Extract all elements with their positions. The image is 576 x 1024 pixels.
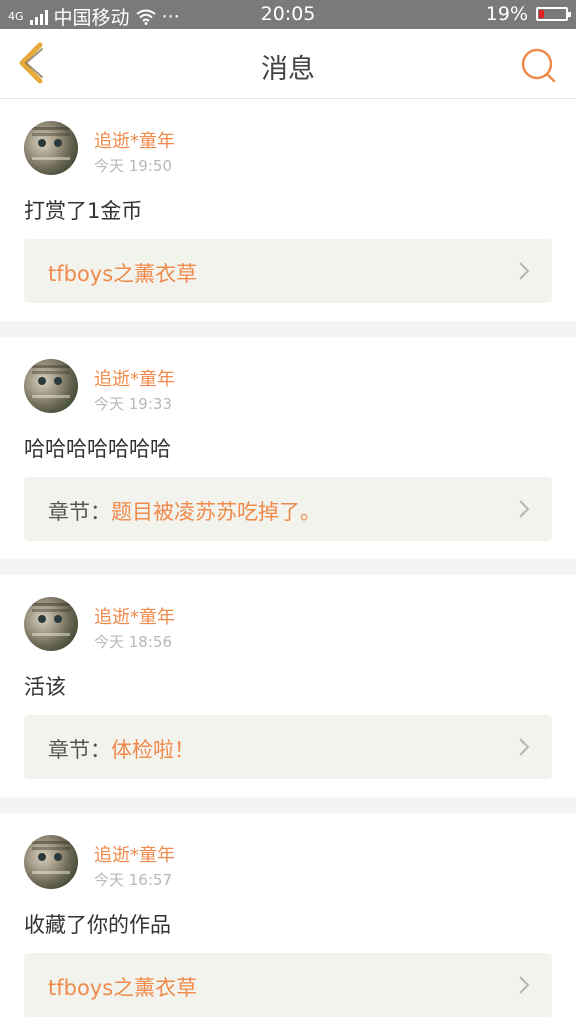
battery-fill bbox=[539, 10, 544, 18]
message-card[interactable]: 追逝*童年 今天 18:56 活该 章节：体检啦！ bbox=[0, 575, 576, 797]
message-time: 今天 19:50 bbox=[94, 157, 172, 175]
reference-link[interactable]: 章节：体检啦！ bbox=[24, 715, 552, 779]
status-bar: 4G 中国移动 ··· 20:05 19% bbox=[0, 0, 576, 29]
message-card[interactable]: 追逝*童年 今天 19:33 哈哈哈哈哈哈哈 章节：题目被凌苏苏吃掉了。 bbox=[0, 337, 576, 559]
message-content: 打赏了1金币 bbox=[24, 199, 143, 223]
sender-name[interactable]: 追逝*童年 bbox=[94, 127, 175, 153]
message-time: 今天 19:33 bbox=[94, 395, 172, 413]
reference-text: tfboys之薰衣草 bbox=[48, 972, 197, 1002]
message-content: 活该 bbox=[24, 675, 66, 699]
sender-name[interactable]: 追逝*童年 bbox=[94, 603, 175, 629]
reference-title: 题目被凌苏苏吃掉了。 bbox=[111, 500, 321, 524]
avatar[interactable] bbox=[24, 597, 78, 651]
reference-link[interactable]: tfboys之薰衣草 bbox=[24, 953, 552, 1017]
reference-prefix: 章节： bbox=[48, 500, 111, 524]
reference-text: 章节：体检啦！ bbox=[48, 734, 195, 764]
sender-name[interactable]: 追逝*童年 bbox=[94, 841, 175, 867]
sender-name[interactable]: 追逝*童年 bbox=[94, 365, 175, 391]
status-right: 19% bbox=[485, 3, 571, 25]
message-time: 今天 16:57 bbox=[94, 871, 172, 889]
message-time: 今天 18:56 bbox=[94, 633, 172, 651]
reference-title: tfboys之薰衣草 bbox=[48, 976, 198, 1000]
reference-link[interactable]: tfboys之薰衣草 bbox=[24, 239, 552, 303]
reference-title: 体检啦！ bbox=[111, 738, 195, 762]
chevron-right-icon bbox=[519, 738, 530, 756]
message-card[interactable]: 追逝*童年 今天 19:50 打赏了1金币 tfboys之薰衣草 bbox=[0, 99, 576, 321]
chevron-right-icon bbox=[519, 262, 530, 280]
message-content: 哈哈哈哈哈哈哈 bbox=[24, 437, 171, 461]
avatar[interactable] bbox=[24, 359, 78, 413]
avatar[interactable] bbox=[24, 835, 78, 889]
reference-link[interactable]: 章节：题目被凌苏苏吃掉了。 bbox=[24, 477, 552, 541]
chevron-right-icon bbox=[519, 500, 530, 518]
avatar[interactable] bbox=[24, 121, 78, 175]
reference-title: tfboys之薰衣草 bbox=[48, 262, 198, 286]
message-card[interactable]: 追逝*童年 今天 16:57 收藏了你的作品 tfboys之薰衣草 bbox=[0, 813, 576, 1024]
search-icon[interactable] bbox=[518, 45, 558, 85]
nav-header: 消息 bbox=[0, 29, 576, 99]
battery-icon bbox=[536, 7, 571, 21]
page-title: 消息 bbox=[261, 54, 315, 85]
chevron-right-icon bbox=[519, 976, 530, 994]
reference-text: 章节：题目被凌苏苏吃掉了。 bbox=[48, 496, 321, 526]
battery-percent: 19% bbox=[485, 3, 528, 25]
reference-text: tfboys之薰衣草 bbox=[48, 258, 197, 288]
reference-prefix: 章节： bbox=[48, 738, 111, 762]
message-content: 收藏了你的作品 bbox=[24, 913, 171, 937]
